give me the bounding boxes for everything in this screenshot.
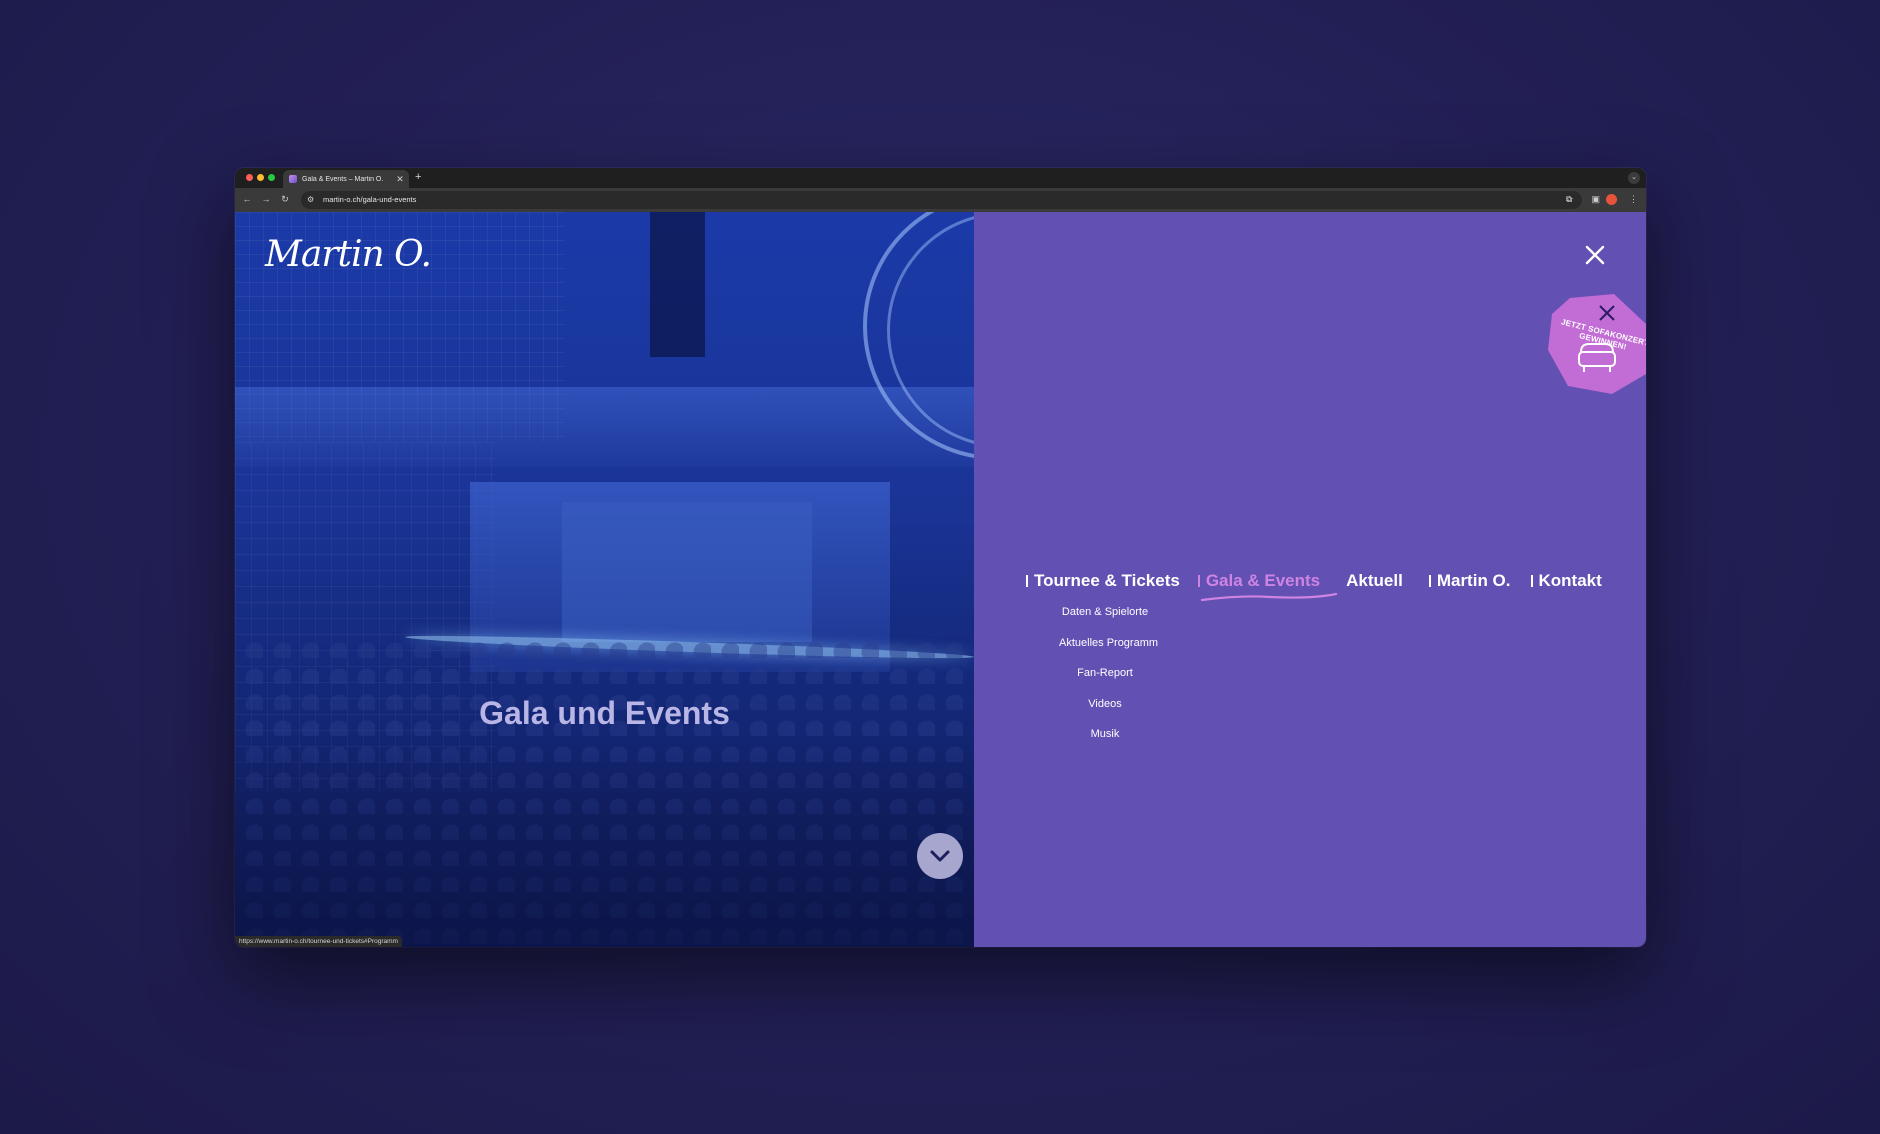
close-menu-icon[interactable] bbox=[1582, 242, 1608, 268]
active-underline bbox=[1200, 593, 1337, 602]
submenu-tournee: Daten & Spielorte Aktuelles Programm Fan… bbox=[1059, 606, 1158, 759]
nav-overlay: JETZT SOFAKONZERT GEWINNEN! Tournee & Ti… bbox=[974, 212, 1646, 947]
browser-toolbar: ← → ↻ ⚙ martin-o.ch/gala-und-events ☆ ⧉ … bbox=[235, 188, 1646, 212]
reload-icon[interactable]: ↻ bbox=[279, 194, 291, 205]
profile-avatar[interactable] bbox=[1606, 194, 1617, 205]
sofakonzert-badge[interactable]: JETZT SOFAKONZERT GEWINNEN! bbox=[1548, 294, 1646, 396]
window-minimize-button[interactable] bbox=[257, 174, 264, 181]
browser-tab[interactable]: Gala & Events – Martin O. ✕ bbox=[283, 170, 409, 188]
logo-text: Martin O. bbox=[265, 234, 432, 275]
nav-label: Gala & Events bbox=[1205, 571, 1321, 590]
nav-kontakt[interactable]: Kontakt bbox=[1530, 571, 1602, 591]
page-content: Martin O. Gala und Events JETZT SOFAKONZ… bbox=[235, 212, 1646, 947]
address-bar[interactable]: ⚙ martin-o.ch/gala-und-events ☆ bbox=[301, 191, 1582, 209]
hero-speaker bbox=[650, 212, 705, 357]
nav-martin-o[interactable]: Martin O. bbox=[1428, 571, 1511, 591]
nav-label: Tournee & Tickets bbox=[1034, 571, 1180, 590]
close-icon[interactable]: ✕ bbox=[394, 174, 406, 185]
page-title: Gala und Events bbox=[479, 695, 730, 731]
site-info-icon[interactable]: ⚙ bbox=[307, 195, 314, 204]
favicon-icon bbox=[289, 175, 297, 183]
submenu-item-fan-report[interactable]: Fan-Report bbox=[1059, 667, 1151, 698]
url-text: martin-o.ch/gala-und-events bbox=[323, 195, 417, 204]
nav-gala-events[interactable]: Gala & Events bbox=[1197, 571, 1337, 602]
browser-menu-icon[interactable]: ⋮ bbox=[1629, 194, 1638, 205]
window-close-button[interactable] bbox=[246, 174, 253, 181]
new-tab-button[interactable]: + bbox=[415, 171, 421, 183]
browser-window: Gala & Events – Martin O. ✕ + ⌄ ← → ↻ ⚙ … bbox=[235, 168, 1646, 947]
forward-arrow-icon[interactable]: → bbox=[260, 194, 272, 204]
window-maximize-button[interactable] bbox=[268, 174, 275, 181]
nav-aktuell[interactable]: Aktuell bbox=[1346, 571, 1403, 591]
scroll-down-button[interactable] bbox=[917, 833, 963, 879]
submenu-item-daten-spielorte[interactable]: Daten & Spielorte bbox=[1059, 606, 1151, 637]
tab-strip: Gala & Events – Martin O. ✕ + ⌄ bbox=[235, 168, 1646, 188]
hero-stage-screen bbox=[562, 502, 812, 642]
extensions-icon[interactable]: ⧉ bbox=[1566, 194, 1572, 205]
chevron-down-icon bbox=[930, 850, 950, 862]
nav-divider bbox=[1026, 575, 1028, 587]
site-logo[interactable]: Martin O. bbox=[265, 234, 432, 275]
nav-divider bbox=[1428, 575, 1431, 587]
tab-title: Gala & Events – Martin O. bbox=[302, 175, 384, 183]
hero-fade bbox=[235, 732, 974, 947]
hero-balcony bbox=[235, 387, 974, 467]
submenu-item-aktuelles-programm[interactable]: Aktuelles Programm bbox=[1059, 637, 1158, 668]
submenu-item-videos[interactable]: Videos bbox=[1059, 698, 1151, 729]
tab-search-icon[interactable]: ⌄ bbox=[1628, 172, 1640, 184]
nav-label: Aktuell bbox=[1346, 571, 1403, 590]
nav-divider bbox=[1530, 575, 1533, 587]
submenu-item-musik[interactable]: Musik bbox=[1059, 728, 1151, 759]
hero-section: Martin O. Gala und Events bbox=[235, 212, 974, 947]
main-navigation: Tournee & Tickets Gala & Events Aktuell … bbox=[1026, 568, 1602, 602]
back-arrow-icon[interactable]: ← bbox=[241, 194, 253, 204]
status-bar-url: https://www.martin-o.ch/tournee-und-tick… bbox=[235, 936, 402, 947]
nav-divider bbox=[1197, 575, 1200, 587]
nav-tournee-tickets[interactable]: Tournee & Tickets bbox=[1026, 571, 1180, 591]
nav-label: Kontakt bbox=[1538, 571, 1602, 590]
sidepanel-icon[interactable]: ▣ bbox=[1591, 194, 1600, 205]
nav-label: Martin O. bbox=[1436, 571, 1511, 590]
